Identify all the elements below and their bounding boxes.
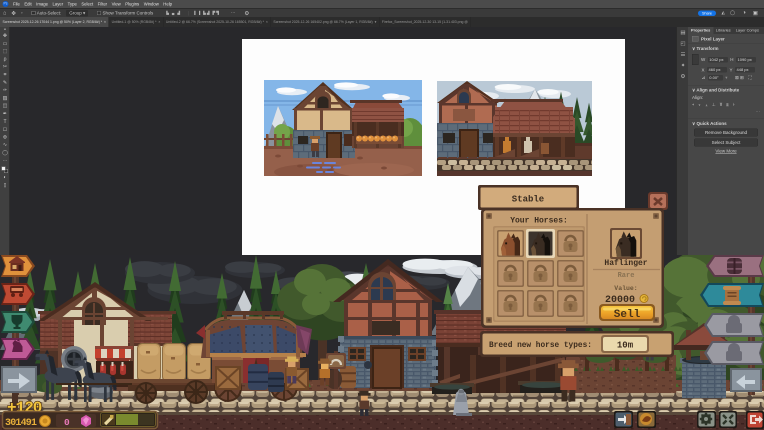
- svg-text:301491: 301491: [5, 418, 37, 429]
- svg-text:Haflinger: Haflinger: [604, 259, 647, 268]
- svg-text:0: 0: [64, 417, 70, 428]
- svg-text:10m: 10m: [617, 341, 634, 351]
- svg-text:Sell: Sell: [614, 309, 641, 321]
- svg-text:Rare: Rare: [618, 272, 635, 280]
- svg-text:Stable: Stable: [512, 195, 544, 205]
- svg-text:Breed new horse types:: Breed new horse types:: [489, 342, 592, 350]
- svg-text:Value:: Value:: [614, 285, 637, 292]
- svg-text:Your Horses:: Your Horses:: [510, 217, 568, 226]
